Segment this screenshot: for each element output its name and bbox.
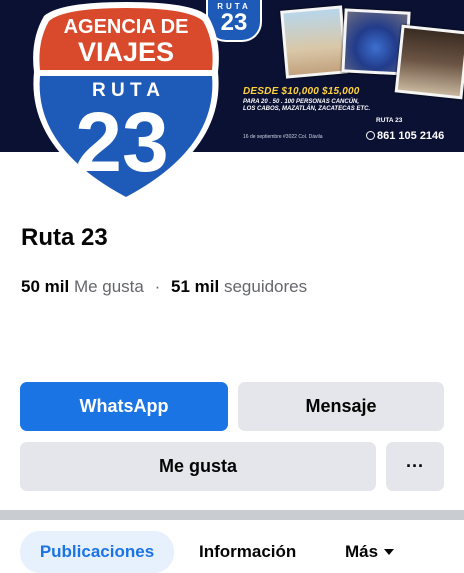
cover-phone-number: 861 105 2146 xyxy=(377,130,445,142)
profile-picture[interactable]: AGENCIA DE VIAJES R U T A 23 xyxy=(20,0,232,205)
whatsapp-button[interactable]: WhatsApp xyxy=(20,382,228,431)
cover-social-handle: RUTA 23 xyxy=(376,117,403,124)
cover-promo: DESDE $10,000 $15,000 PARA 20 . 50 . 100… xyxy=(243,86,373,113)
more-options-button[interactable]: ··· xyxy=(386,442,444,491)
page-stats: 50 mil Me gusta · 51 mil seguidores xyxy=(21,277,307,297)
section-divider xyxy=(0,510,464,520)
tab-information[interactable]: Información xyxy=(199,531,296,573)
followers-count: 51 mil xyxy=(171,277,220,296)
logo-line1: AGENCIA DE xyxy=(64,16,189,38)
cover-promo-details: PARA 20 . 50 . 100 PERSONAS CANCÚN, LOS … xyxy=(243,99,371,112)
cover-promo-price: DESDE $10,000 $15,000 xyxy=(243,86,360,97)
cover-photo-party xyxy=(394,24,464,100)
tab-more-label: Más xyxy=(345,542,379,561)
cover-address: 16 de septiembre #3022 Col. Dávila xyxy=(243,134,323,140)
logo-line2: VIAJES xyxy=(78,37,174,67)
like-button[interactable]: Me gusta xyxy=(20,442,376,491)
likes-count: 50 mil xyxy=(21,277,70,296)
message-button[interactable]: Mensaje xyxy=(238,382,444,431)
likes-label[interactable]: Me gusta xyxy=(74,277,144,296)
page-title: Ruta 23 xyxy=(21,224,108,251)
tab-more[interactable]: Más xyxy=(345,531,395,573)
cover-photo-beach xyxy=(280,5,348,79)
tab-posts[interactable]: Publicaciones xyxy=(20,531,174,573)
logo-route-number: 23 xyxy=(75,95,168,189)
caret-down-icon xyxy=(384,549,395,555)
cover-phone: 861 105 2146 xyxy=(366,130,444,142)
stats-separator: · xyxy=(154,277,161,296)
followers-label[interactable]: seguidores xyxy=(224,277,307,296)
whatsapp-icon xyxy=(366,131,375,140)
